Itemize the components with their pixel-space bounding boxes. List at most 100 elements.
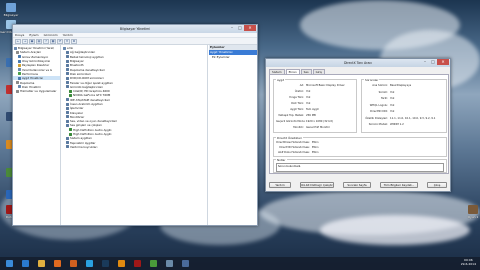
taskbar-button[interactable] <box>50 258 64 269</box>
nav-tree-item[interactable]: Hizmetler ve Uygulamalar <box>13 89 60 93</box>
toolbar: ← → ▣ ▤? ▦ ⟳ ✕ ⚙ <box>13 38 257 45</box>
field-label: Sürücü Modeli: <box>368 123 388 126</box>
device-category-icon <box>66 76 69 80</box>
device-category-icon <box>66 98 69 102</box>
device-category-icon <box>66 115 69 119</box>
desktop-icon[interactable]: Bilgisayar <box>3 3 19 17</box>
save-all-button[interactable]: Tüm Bilgileri Kaydet... <box>380 182 418 188</box>
taskbar-button[interactable] <box>2 258 16 269</box>
dx-tabs: Sistem Ekran Ses Giriş <box>266 67 450 74</box>
field-row: Monitör: Genel PnP Monitör <box>276 126 330 129</box>
toolbar-button[interactable]: ▦ <box>50 38 56 44</box>
taskbar-button[interactable] <box>66 258 80 269</box>
taskbar-button[interactable] <box>82 258 96 269</box>
tree-node-icon <box>18 55 21 59</box>
desktop-icon-label: Bilgisayar <box>3 13 19 17</box>
run-64bit-button[interactable]: 64-bit DxDiag'ı Çalıştır <box>300 182 334 188</box>
device-category-icon <box>69 93 72 97</box>
toolbar-button[interactable]: ⟳ <box>57 38 63 44</box>
field-value: Genel PnP Monitör <box>306 126 330 129</box>
dx-title-bar[interactable]: DirectX Tanı Aracı – □ ✕ <box>266 59 450 67</box>
toolbar-button[interactable]: → <box>22 38 28 44</box>
tree-node-icon <box>18 85 21 89</box>
menu-file[interactable]: Dosya <box>15 33 24 37</box>
device-category-icon <box>69 128 72 132</box>
taskbar-button[interactable] <box>162 258 176 269</box>
field-label: DAC Türü: <box>291 102 304 105</box>
field-row: Yaklaşık Top. Bellek: 256 MB <box>276 114 316 117</box>
toolbar-button[interactable]: ▤ <box>36 38 42 44</box>
field-value: Yok <box>306 96 311 99</box>
field-value: BasicDisplay.sys <box>390 84 412 87</box>
device-category-icon <box>66 50 69 54</box>
field-row: AGP Doku Hızlandırması: Etkin <box>276 151 319 154</box>
menu-help[interactable]: Yardım <box>63 33 73 37</box>
chrome-icon <box>149 260 157 267</box>
notes-group: Notlar Sorun bulunmadı. <box>273 158 447 173</box>
dx-maximize-button[interactable]: □ <box>429 59 437 65</box>
field-row: Direct3D Hızlandırması: Etkin <box>276 146 318 149</box>
field-label: DirectDraw Hızlandırması: <box>276 141 310 144</box>
field-label: Geçerli Görüntü Modu: <box>276 120 306 123</box>
device-category-icon <box>66 55 69 59</box>
taskbar-button[interactable] <box>18 258 32 269</box>
dx-minimize-button[interactable]: – <box>421 59 429 65</box>
device-category-icon <box>66 123 69 127</box>
toolbar-button[interactable]: ✕ <box>64 38 70 44</box>
notes-group-title: Notlar <box>276 158 287 162</box>
minimize-button[interactable]: – <box>228 25 236 31</box>
field-row: Yonga Türü: Yok <box>276 96 310 99</box>
device-tree-item[interactable]: Yazdırma kuyrukları <box>62 145 207 149</box>
field-value: Yok <box>390 110 395 113</box>
next-page-button[interactable]: Sonraki Sayfa <box>343 182 371 188</box>
field-label: Direct3D Hızlandırması: <box>279 146 310 149</box>
exit-button[interactable]: Çıkış <box>427 182 447 188</box>
taskbar-button[interactable] <box>98 258 112 269</box>
device-category-icon <box>66 63 69 67</box>
toolbar-button[interactable]: ← <box>15 38 21 44</box>
taskbar-button[interactable] <box>178 258 192 269</box>
taskbar-button[interactable] <box>114 258 128 269</box>
toolbar-button[interactable]: ? <box>43 38 49 44</box>
title-bar[interactable]: Bilgisayar Yönetimi – □ ✕ <box>13 25 257 33</box>
field-row: Geçerli Görüntü Modu:1920 x 1080 (32 bit… <box>276 120 333 123</box>
taskbar-button[interactable] <box>146 258 160 269</box>
device-category-icon <box>69 132 72 136</box>
dx-tab-content: Aygıt Ad: Microsoft Basic Display Driver Ü… <box>269 74 449 174</box>
desktop-icon[interactable]: Oyun 1 <box>465 205 480 219</box>
taskbar-button[interactable] <box>130 258 144 269</box>
device-category-icon <box>66 136 69 140</box>
actions-more[interactable]: Ek Eylemler <box>209 55 257 60</box>
maximize-button[interactable]: □ <box>236 25 244 31</box>
menu-action[interactable]: Eylem <box>29 33 38 37</box>
start-icon <box>5 260 13 267</box>
taskbar-button[interactable] <box>34 258 48 269</box>
menu-view[interactable]: Görünüm <box>44 33 58 37</box>
field-value: WDDM 1.2 <box>390 123 404 126</box>
dx-close-button[interactable]: ✕ <box>437 59 449 65</box>
toolbar-button[interactable]: ▣ <box>29 38 35 44</box>
actions-pane: Eylemler Aygıt Yöneticisi Ek Eylemler <box>209 45 257 225</box>
directx-diagnostic-dialog[interactable]: DirectX Tanı Aracı – □ ✕ Sistem Ekran Se… <box>265 58 451 192</box>
field-label: Monitör: <box>293 126 304 129</box>
tree-node-icon <box>16 81 19 85</box>
help-button[interactable]: Yardım <box>269 182 291 188</box>
computer-management-window[interactable]: Bilgisayar Yönetimi – □ ✕ Dosya Eylem Gö… <box>12 24 258 226</box>
dx-button-row: Yardım 64-bit DxDiag'ı Çalıştır Sonraki … <box>269 182 447 188</box>
field-value: Etkin <box>312 151 319 154</box>
device-category-icon <box>66 111 69 115</box>
vlc-icon <box>117 260 125 267</box>
field-value: Yok <box>390 90 395 94</box>
desktop-icon-label: Oyun 1 <box>467 215 479 219</box>
field-label: Ana Sürücü: <box>372 84 388 87</box>
field-row: Üretici: Yok <box>276 90 311 93</box>
system-clock[interactable]: 00:06 29.6.2014 <box>461 258 476 266</box>
device-category-icon <box>66 141 69 145</box>
close-button[interactable]: ✕ <box>244 25 256 31</box>
dxdiag-icon <box>181 260 189 267</box>
toolbar-button[interactable]: ⚙ <box>71 38 77 44</box>
dota2-icon <box>133 260 141 267</box>
field-value: Tam Aygıt <box>306 108 319 111</box>
field-row: WHQL Logolu: Yok <box>364 104 395 107</box>
skype-icon <box>85 260 93 267</box>
